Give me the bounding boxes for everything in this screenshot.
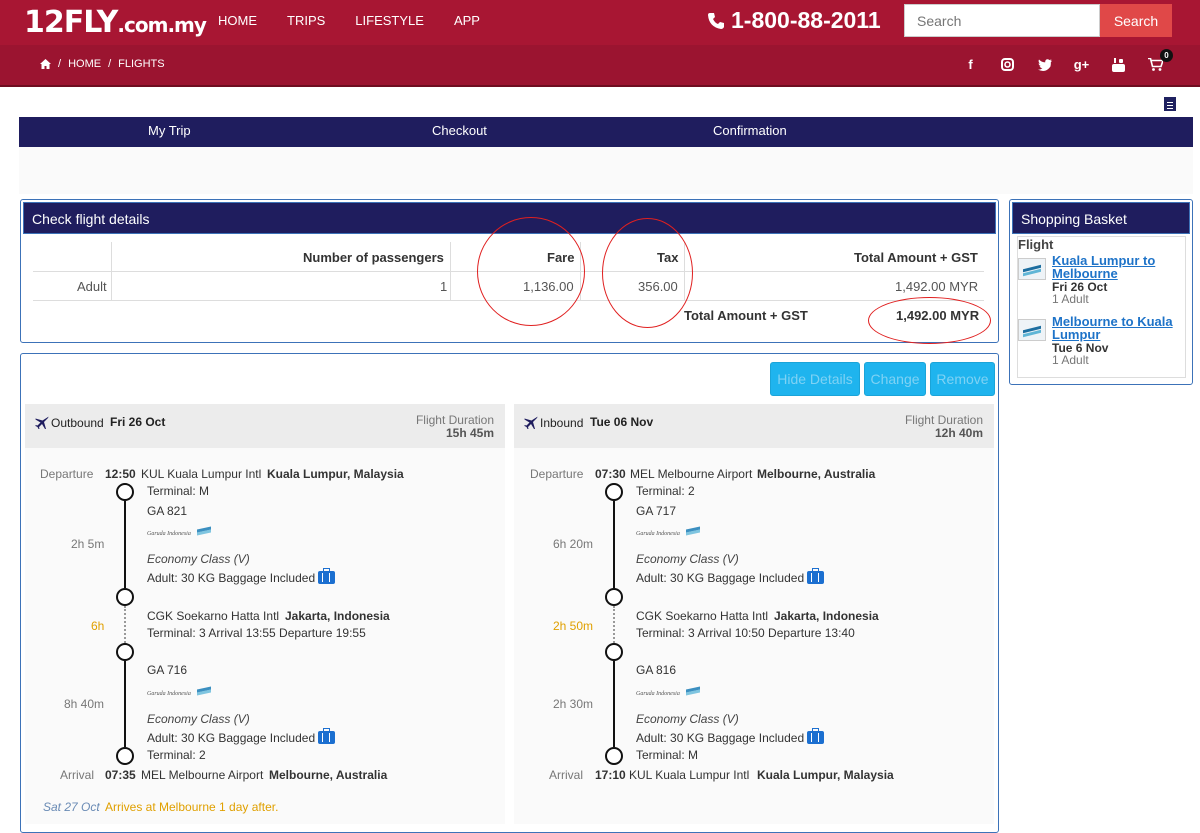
baggage-icon [807,568,825,584]
remove-button[interactable]: Remove [930,362,995,396]
youtube-icon[interactable] [1110,56,1127,73]
timeline-node [116,588,134,606]
annotation-circle-total [868,297,991,344]
change-button[interactable]: Change [864,362,926,396]
main-nav: HOME TRIPS LIFESTYLE APP [218,13,480,28]
arrival-note: Arrives at Melbourne 1 day after. [105,800,279,814]
home-icon[interactable] [40,59,51,69]
phone-icon [708,12,724,29]
timeline-node [605,588,623,606]
inbound-duration: Flight Duration 12h 40m [904,413,983,440]
nav-home[interactable]: HOME [218,13,257,28]
grand-total-label: Total Amount + GST [684,308,808,323]
google-plus-icon[interactable]: g+ [1073,56,1090,73]
baggage-icon [807,728,825,744]
garuda-logo-icon [147,528,211,540]
plane-icon [524,416,538,429]
social-links: f g+ 0 [962,49,1173,73]
basket-section-flight: Flight [1018,237,1054,252]
plane-icon [35,416,49,429]
outbound-header: Outbound Fri 26 Oct Flight Duration 15h 4… [25,404,505,448]
breadcrumb-flights: FLIGHTS [118,58,165,70]
garuda-logo-icon [147,688,211,700]
outbound-duration: Flight Duration 15h 45m [415,413,494,440]
timeline-node [116,643,134,661]
flight-number: GA 816 [636,663,677,677]
steps-spacer [19,147,1193,194]
garuda-logo-icon [636,688,700,700]
row-total: 1,492.00 MYR [895,279,979,294]
row-passenger-type: Adult [77,279,107,294]
site-logo[interactable]: 12FLY.com.my [24,5,207,40]
basket-item-route[interactable]: Melbourne to Kuala Lumpur [1052,315,1182,341]
phone-number[interactable]: 1-800-88-2011 [707,7,881,34]
baggage-icon [318,568,336,584]
inbound-date: Tue 06 Nov [590,415,654,429]
layover-duration: 6h [91,619,105,633]
airline-logo-icon [1018,258,1046,280]
search-button[interactable]: Search [1100,4,1172,37]
search-input[interactable] [904,4,1100,37]
timeline-node [116,747,134,765]
basket-item-route[interactable]: Kuala Lumpur to Melbourne [1052,254,1182,280]
inbound-leg: Inbound Tue 06 Nov Flight Duration 12h 40… [514,404,994,824]
outbound-date: Fri 26 Oct [110,415,166,429]
document-icon[interactable] [1164,97,1176,111]
top-bar: 12FLY.com.my HOME TRIPS LIFESTYLE APP 1-… [0,0,1200,45]
flight-number: GA 821 [147,504,188,518]
step-checkout: Checkout [432,123,487,138]
nav-trips[interactable]: TRIPS [287,13,325,28]
breadcrumb: / HOME / FLIGHTS [40,58,165,70]
baggage-icon [318,728,336,744]
airline-logo-icon [1018,319,1046,341]
timeline-node [605,483,623,501]
basket-item-pax: 1 Adult [1052,353,1089,367]
annotation-circle-tax [602,218,693,328]
garuda-logo-icon [636,528,700,540]
nav-lifestyle[interactable]: LIFESTYLE [355,13,424,28]
timeline-node [605,643,623,661]
outbound-leg: Outbound Fri 26 Oct Flight Duration 15h 4… [25,404,505,824]
cart-count-badge: 0 [1160,49,1173,62]
hide-details-button[interactable]: Hide Details [770,362,860,396]
nav-app[interactable]: APP [454,13,480,28]
layover-duration: 2h 50m [553,619,594,633]
facebook-icon[interactable]: f [962,56,979,73]
step-confirmation: Confirmation [713,123,787,138]
timeline-node [605,747,623,765]
checkout-steps: My Trip Checkout Confirmation [19,117,1193,147]
instagram-icon[interactable] [999,56,1016,73]
sub-bar: / HOME / FLIGHTS f g+ 0 [0,45,1200,87]
breadcrumb-home[interactable]: HOME [68,58,101,70]
header-total: Total Amount + GST [854,250,978,265]
twitter-icon[interactable] [1036,56,1053,73]
basket-item-pax: 1 Adult [1052,292,1089,306]
timeline-node [116,483,134,501]
basket-title: Shopping Basket [1012,202,1190,234]
step-my-trip[interactable]: My Trip [148,123,191,138]
annotation-circle-fare [477,217,585,326]
flight-number: GA 717 [636,504,677,518]
flight-number: GA 716 [147,663,188,677]
inbound-header: Inbound Tue 06 Nov Flight Duration 12h 40… [514,404,994,448]
header-passengers: Number of passengers [303,250,444,265]
row-passenger-count: 1 [440,279,448,294]
cart-icon[interactable]: 0 [1147,49,1173,73]
